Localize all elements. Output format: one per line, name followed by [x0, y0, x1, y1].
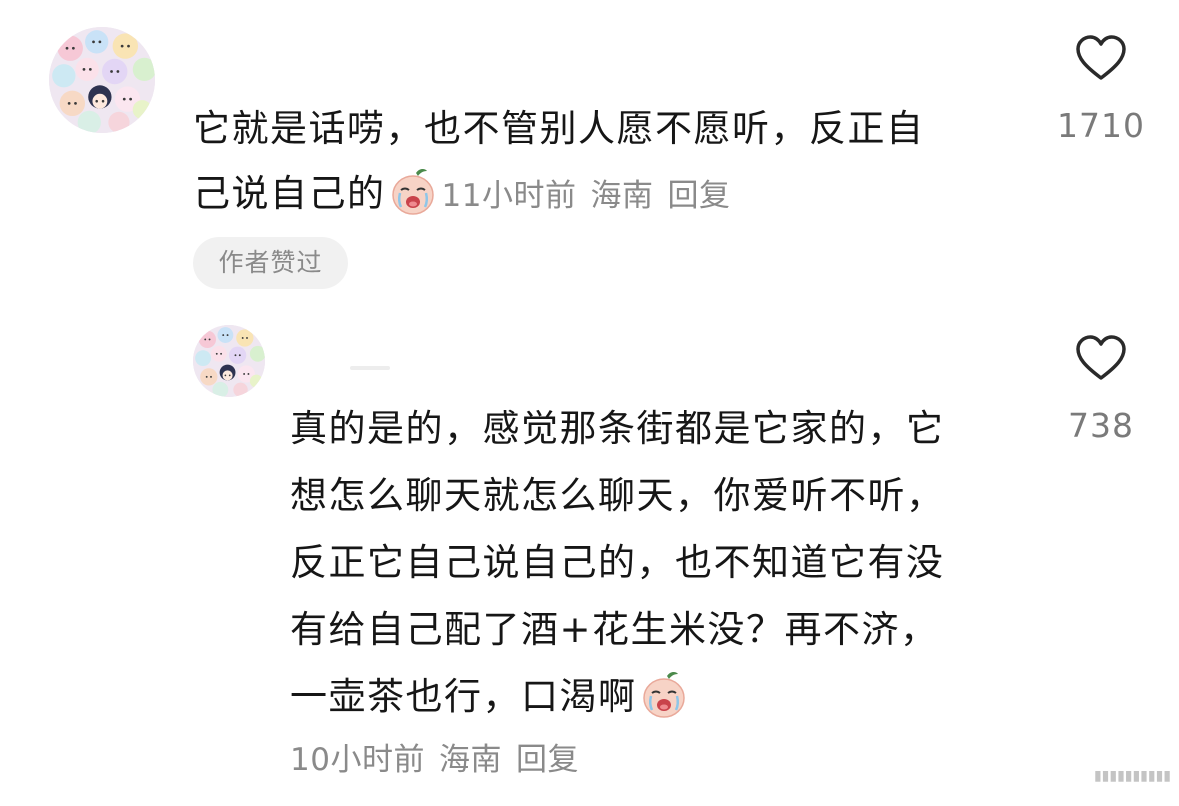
heart-outline-icon	[1076, 335, 1126, 380]
comment-text-line: 想怎么聊天就怎么聊天，你爱听不听，	[290, 474, 945, 517]
comment-text: 反正它自己说自己的，也不知道它有没	[290, 532, 945, 586]
like-button[interactable]: 738	[1051, 334, 1151, 445]
crying-peach-emoji	[388, 167, 438, 217]
like-count: 1710	[1057, 106, 1145, 145]
watermark: ▮▮▮▮▮▮▮▮▮▮	[1093, 768, 1171, 784]
comment-text: 己说自己的 11小时前 海南 回复	[193, 163, 730, 217]
comment-text-line: 己说自己的	[193, 172, 386, 215]
comment-text: 它就是话唠，也不管别人愿不愿听，反正自	[193, 98, 925, 152]
comment-location: 海南	[590, 178, 654, 214]
like-button[interactable]: 1710	[1051, 34, 1151, 145]
heart-outline-icon	[1076, 35, 1126, 80]
reply-button[interactable]: 回复	[667, 178, 730, 214]
comment-time: 10小时前	[290, 742, 425, 778]
author-liked-badge: 作者赞过	[193, 237, 348, 289]
comment-time: 11小时前	[441, 178, 577, 214]
comment-text-line: 它就是话唠，也不管别人愿不愿听，反正自	[193, 107, 925, 150]
comment-text-line: 一壶茶也行，口渴啊	[290, 675, 637, 718]
comment-location: 海南	[438, 742, 502, 778]
avatar[interactable]	[49, 27, 155, 133]
comment-text: 想怎么聊天就怎么聊天，你爱听不听，	[290, 465, 945, 519]
comment-text: 有给自己配了酒+花生米没？再不济，	[290, 599, 939, 653]
like-count: 738	[1068, 406, 1134, 445]
avatar[interactable]	[193, 325, 265, 397]
comment-text-line: 真的是的，感觉那条街都是它家的，它	[290, 407, 945, 450]
comment-text: 一壶茶也行，口渴啊	[290, 666, 693, 720]
reply-button[interactable]: 回复	[516, 742, 579, 778]
redacted-username	[350, 366, 390, 370]
crying-peach-emoji	[639, 670, 689, 720]
comment-text-line: 有给自己配了酒+花生米没？再不济，	[290, 608, 939, 651]
comment-meta: 10小时前 海南 回复	[290, 734, 579, 779]
comment-text: 真的是的，感觉那条街都是它家的，它	[290, 398, 945, 452]
comment-text-line: 反正它自己说自己的，也不知道它有没	[290, 541, 945, 584]
